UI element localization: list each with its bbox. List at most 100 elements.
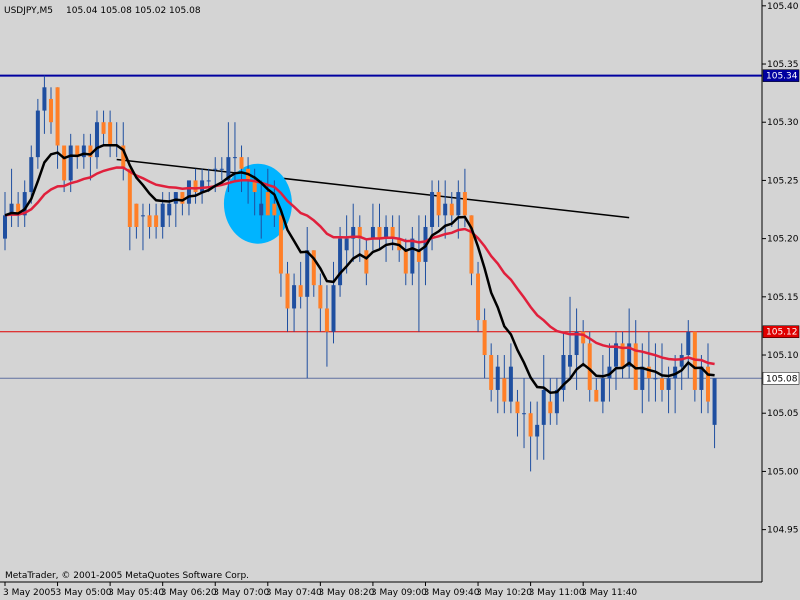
candle-body-bull (94, 122, 99, 158)
candle-body-bull (679, 355, 684, 367)
y-tick-label: 105.00 (767, 467, 799, 477)
candle-body-bull (167, 203, 172, 216)
price-label-text: 105.08 (766, 374, 798, 384)
x-tick-label: 3 May 09:40 (423, 588, 479, 598)
candle-body-bull (259, 203, 264, 216)
candle-body-bull (712, 378, 717, 425)
y-tick-label: 105.05 (767, 409, 799, 419)
candle-body-bull (535, 424, 540, 437)
candle-body-bull (173, 192, 178, 204)
x-tick-label: 3 May 11:40 (581, 588, 637, 598)
candle-body-bear (272, 203, 277, 216)
price-label-text: 105.12 (766, 328, 798, 338)
candle-body-bear (449, 203, 454, 216)
plot-background (0, 0, 762, 582)
candle-body-bear (180, 192, 185, 204)
candle-body-bull (219, 168, 224, 170)
candle-body-bear (318, 285, 323, 309)
y-tick-label: 105.30 (767, 118, 799, 128)
candle-body-bull (410, 238, 415, 274)
candle-body-bull (344, 238, 349, 251)
candle-body-bull (42, 87, 47, 111)
candle-body-bull (331, 285, 336, 332)
candle-body-bull (29, 157, 34, 193)
candle-body-bear (403, 250, 408, 274)
chart-header-symbol: USDJPY,M5 (4, 6, 53, 16)
candle-body-bear (265, 192, 270, 216)
price-chart[interactable]: 105.40105.35105.30105.25105.20105.15105.… (0, 0, 800, 600)
candle-body-bear (62, 145, 67, 181)
chart-header-ohlc: 105.04 105.08 105.02 105.08 (66, 6, 201, 16)
candle-body-bull (68, 145, 73, 181)
candle-body-bear (285, 273, 290, 309)
x-axis: 3 May 2005 3 May 05:003 May 05:403 May 06… (0, 581, 762, 598)
candle-body-bear (147, 215, 152, 227)
candle-body-bull (600, 378, 605, 402)
candle-body-bear (55, 87, 60, 146)
candle-body-bull (35, 110, 40, 158)
candle-body-bull (653, 378, 658, 380)
candle-body-bear (594, 389, 599, 402)
candle-body-bear (324, 308, 329, 332)
candle-body-bear (101, 122, 106, 134)
candle-body-bear (482, 320, 487, 356)
y-tick-label: 105.40 (767, 2, 799, 12)
candle-body-bull (140, 215, 145, 217)
candle-body-bear (377, 226, 382, 239)
candle-body-bear (278, 215, 283, 274)
candle-body-bear (502, 378, 507, 402)
x-tick-label: 3 May 05:40 (108, 588, 164, 598)
x-tick-label: 3 May 2005 (3, 588, 56, 598)
x-tick-label: 3 May 11:00 (529, 588, 585, 598)
candle-body-bull (186, 180, 191, 204)
candle-body-bull (666, 378, 671, 390)
candle-body-bull (370, 226, 375, 239)
candle-body-bear (515, 401, 520, 414)
x-tick-label: 3 May 07:00 (213, 588, 269, 598)
x-tick-label: 3 May 05:00 (56, 588, 112, 598)
candle-body-bull (160, 203, 165, 227)
y-tick-label: 105.15 (767, 293, 799, 303)
candle-body-bull (568, 355, 573, 367)
candle-body-bull (292, 285, 297, 309)
candle-body-bear (462, 192, 467, 216)
y-tick-label: 105.25 (767, 176, 799, 186)
candle-body-bear (489, 355, 494, 390)
candle-body-bear (660, 378, 664, 390)
x-tick-label: 3 May 08:20 (318, 588, 374, 598)
candle-body-bull (232, 157, 237, 159)
candle-body-bear (134, 203, 139, 227)
y-tick-label: 105.35 (767, 60, 799, 70)
candle-body-bull (443, 203, 448, 216)
candle-body-bear (476, 273, 481, 321)
candle-body-bull (640, 366, 645, 390)
candle-body-bull (456, 192, 461, 216)
y-tick-label: 104.95 (767, 526, 799, 536)
candle-body-bull (686, 331, 691, 356)
candle-body-bear (154, 215, 159, 227)
candle-body-bull (305, 250, 310, 297)
candle-body-bear (127, 168, 132, 227)
x-tick-label: 3 May 06:20 (161, 588, 217, 598)
candle-body-bull (522, 413, 527, 415)
candle-body-bull (213, 168, 218, 170)
copyright-text: MetaTrader, © 2001-2005 MetaQuotes Softw… (5, 571, 249, 581)
candle-body-bull (430, 192, 435, 227)
chart-container[interactable]: 105.40 105.35 105.30 105.25 105.20 105.15 105.… (0, 0, 800, 600)
x-tick-label: 3 May 10:20 (476, 588, 532, 598)
candle-body-bear (436, 192, 441, 216)
candle-body-bear (193, 180, 198, 193)
x-tick-label: 3 May 09:00 (371, 588, 427, 598)
candle-body-bull (508, 366, 513, 402)
candle-body-bear (239, 157, 244, 169)
candle-body-bull (495, 366, 500, 390)
candle-body-bull (200, 180, 205, 193)
candle-body-bear (298, 285, 303, 297)
price-labels-layer: 105.34 105.12 105.08 (762, 69, 800, 385)
y-tick-label: 105.10 (767, 351, 799, 361)
candle-body-bull (3, 215, 7, 239)
candle-body-bull (338, 238, 343, 286)
x-tick-label: 3 May 07:40 (266, 588, 322, 598)
candle-body-bear (108, 122, 113, 146)
candle-body-bear (48, 98, 53, 123)
